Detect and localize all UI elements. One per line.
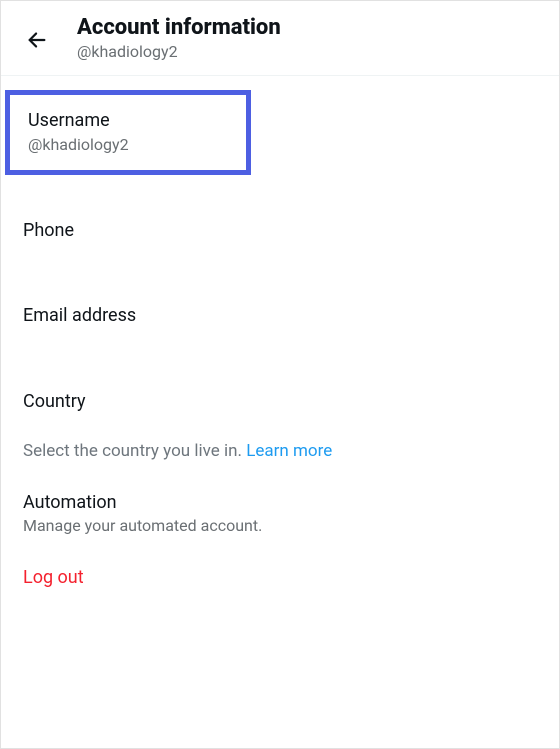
- country-help: Select the country you live in. Learn mo…: [1, 431, 559, 469]
- username-label: Username: [28, 109, 228, 132]
- header: Account information @khadiology2: [1, 1, 559, 76]
- username-item[interactable]: Username @khadiology2: [5, 90, 251, 174]
- country-item[interactable]: Country: [1, 372, 559, 431]
- email-label: Email address: [23, 304, 537, 327]
- country-label: Country: [23, 390, 537, 413]
- header-text: Account information @khadiology2: [77, 15, 281, 61]
- phone-item[interactable]: Phone: [1, 201, 559, 260]
- page-subtitle: @khadiology2: [77, 42, 281, 61]
- logout-button[interactable]: Log out: [1, 541, 559, 614]
- learn-more-link[interactable]: Learn more: [246, 441, 332, 461]
- country-help-text: Select the country you live in.: [23, 441, 246, 461]
- email-item[interactable]: Email address: [1, 286, 559, 345]
- content: Username @khadiology2 Phone Email addres…: [1, 76, 559, 614]
- back-arrow-icon[interactable]: [25, 28, 49, 52]
- username-value: @khadiology2: [28, 135, 228, 154]
- automation-item[interactable]: Automation Manage your automated account…: [1, 469, 559, 541]
- automation-subtitle: Manage your automated account.: [23, 516, 537, 535]
- page-title: Account information: [77, 15, 281, 41]
- automation-label: Automation: [23, 491, 537, 514]
- phone-label: Phone: [23, 219, 537, 242]
